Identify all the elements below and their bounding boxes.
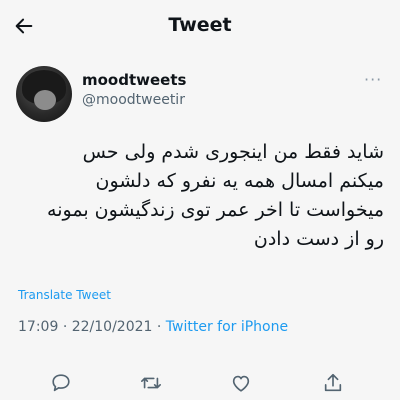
tweet-line: رو از دست دادن (253, 228, 384, 250)
action-bar (0, 370, 400, 396)
share-button[interactable] (320, 370, 346, 396)
reply-icon (52, 374, 70, 392)
tweet-line: شاید فقط من اینجوری شدم ولی حس (82, 141, 384, 163)
like-button[interactable] (228, 370, 254, 396)
avatar[interactable] (16, 66, 72, 122)
translate-tweet-link[interactable]: Translate Tweet (18, 288, 111, 302)
tweet-text: شاید فقط من اینجوری شدم ولی حس میکنم امس… (14, 138, 384, 254)
share-icon (324, 373, 342, 392)
like-icon (232, 375, 250, 392)
reply-button[interactable] (48, 370, 74, 396)
tweet-line: میکنم امسال همه یه نفرو که دلشون (95, 170, 384, 192)
retweet-icon (141, 377, 161, 389)
author-display-name[interactable]: moodtweets (82, 71, 186, 89)
page-title: Tweet (168, 14, 232, 36)
tweet-date: 22/10/2021 (71, 319, 153, 335)
author-username[interactable]: @moodtweetir (82, 92, 185, 108)
more-icon[interactable]: ··· (364, 70, 382, 89)
tweet-time: 17:09 (18, 319, 59, 335)
top-bar: Tweet (0, 0, 400, 52)
tweet-line: میخواست تا اخر عمر توی زندگیشون بمونه (47, 199, 384, 221)
meta-separator: · (156, 319, 162, 335)
tweet-source-link[interactable]: Twitter for iPhone (166, 319, 288, 335)
meta-separator: · (62, 319, 68, 335)
retweet-button[interactable] (138, 370, 164, 396)
tweet-meta: 17:09 · 22/10/2021 · Twitter for iPhone (18, 319, 288, 335)
